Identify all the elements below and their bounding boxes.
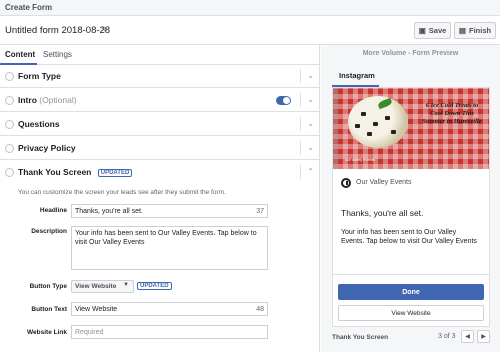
preview-pane: More Volume - Form Preview Instagram 6 I… bbox=[321, 45, 500, 352]
status-circle-icon bbox=[5, 96, 14, 105]
button-text-input[interactable]: View Website 48 bbox=[71, 302, 268, 316]
save-button[interactable]: ▣ Save bbox=[414, 22, 451, 39]
button-type-value: View Website bbox=[75, 283, 117, 290]
chocolate-chip bbox=[355, 124, 360, 128]
hero-headline: 6 Ice Cold Treats to Cool Down This Summ… bbox=[422, 102, 482, 125]
status-circle-icon bbox=[5, 120, 14, 129]
card-divider bbox=[333, 274, 489, 275]
chocolate-chip bbox=[373, 122, 378, 126]
button-type-label: Button Type bbox=[29, 283, 67, 290]
page-name: Our Valley Events bbox=[356, 179, 412, 186]
edit-pencil-icon[interactable]: ✎ bbox=[101, 25, 108, 34]
section-title: Intro bbox=[18, 95, 37, 105]
chocolate-chip bbox=[361, 112, 366, 116]
view-website-button[interactable]: View Website bbox=[338, 305, 484, 321]
chocolate-chip bbox=[385, 116, 390, 120]
hero-caption: our valley events bbox=[345, 157, 376, 162]
preview-body: Your info has been sent to Our Valley Ev… bbox=[341, 229, 477, 245]
hero-image: 6 Ice Cold Treats to Cool Down This Summ… bbox=[333, 88, 489, 169]
save-label: Save bbox=[428, 26, 447, 35]
description-textarea[interactable]: Your info has been sent to Our Valley Ev… bbox=[71, 226, 268, 270]
section-title: Privacy Policy bbox=[18, 143, 76, 153]
section-title: Thank You Screen bbox=[18, 167, 92, 177]
section-questions[interactable]: Questions ⌄ bbox=[0, 113, 320, 136]
chevron-left-icon: ◀ bbox=[465, 334, 470, 340]
button-text-char-count: 48 bbox=[256, 306, 264, 313]
preview-headline: Thanks, you're all set. bbox=[341, 208, 424, 218]
toggle-knob bbox=[283, 97, 290, 104]
description-value: Your info has been sent to Our Valley Ev… bbox=[75, 230, 257, 246]
window-title: Create Form bbox=[5, 3, 53, 12]
chevron-up-icon[interactable]: ⌃ bbox=[300, 165, 314, 179]
section-privacy-policy[interactable]: Privacy Policy ⌄ bbox=[0, 137, 320, 160]
button-text-label: Button Text bbox=[31, 306, 67, 313]
editor-tabs: Content Settings bbox=[0, 45, 320, 65]
form-name[interactable]: Untitled form 2018-08-28 bbox=[5, 25, 110, 36]
preview-title: More Volume - Form Preview bbox=[362, 50, 459, 57]
window-title-bar: Create Form bbox=[0, 0, 500, 16]
chevron-right-icon: ▶ bbox=[481, 334, 486, 340]
status-circle-icon bbox=[5, 144, 14, 153]
section-intro[interactable]: Intro (Optional) ⌄ bbox=[0, 89, 320, 112]
button-text-value: View Website bbox=[75, 306, 118, 313]
button-type-select[interactable]: View Website ▼ bbox=[71, 280, 134, 293]
section-title-wrap: Thank You Screen UPDATED bbox=[18, 167, 133, 177]
thank-you-description: You can customize the screen your leads … bbox=[18, 189, 226, 196]
section-title-wrap: Intro (Optional) bbox=[18, 95, 77, 105]
finish-label: Finish bbox=[469, 26, 492, 35]
save-icon: ▣ bbox=[418, 26, 426, 35]
finish-icon: ▤ bbox=[458, 26, 466, 35]
status-circle-icon bbox=[5, 168, 14, 177]
previous-screen-button[interactable]: ◀ bbox=[461, 330, 474, 343]
chocolate-chip bbox=[367, 132, 372, 136]
updated-badge: UPDATED bbox=[97, 169, 133, 177]
chocolate-chip bbox=[391, 130, 396, 134]
optional-label: (Optional) bbox=[39, 95, 77, 105]
headline-char-count: 37 bbox=[256, 208, 264, 215]
section-form-type[interactable]: Form Type ⌄ bbox=[0, 65, 320, 88]
tab-instagram[interactable]: Instagram bbox=[339, 71, 375, 80]
finish-button[interactable]: ▤ Finish bbox=[454, 22, 496, 39]
caret-down-icon: ▼ bbox=[123, 282, 129, 288]
headline-value: Thanks, you're all set. bbox=[75, 208, 143, 215]
section-title: Form Type bbox=[18, 71, 61, 81]
pager-count: 3 of 3 bbox=[438, 333, 456, 340]
chevron-down-icon[interactable]: ⌄ bbox=[300, 69, 314, 83]
website-link-placeholder: Required bbox=[75, 329, 104, 336]
preview-screen-name: Thank You Screen bbox=[332, 334, 389, 341]
done-button[interactable]: Done bbox=[338, 284, 484, 300]
page-logo-icon bbox=[341, 178, 351, 188]
tab-settings[interactable]: Settings bbox=[43, 50, 72, 59]
section-thank-you[interactable]: Thank You Screen UPDATED ⌃ bbox=[0, 161, 320, 184]
button-type-updated-badge: UPDATED bbox=[137, 282, 172, 290]
hero-shade bbox=[333, 88, 338, 169]
website-link-label: Website Link bbox=[27, 329, 67, 336]
chevron-down-icon[interactable]: ⌄ bbox=[300, 93, 314, 107]
section-title: Questions bbox=[18, 119, 60, 129]
description-label: Description bbox=[31, 228, 67, 235]
website-link-input[interactable]: Required bbox=[71, 325, 268, 339]
tab-content[interactable]: Content bbox=[5, 50, 35, 59]
intro-toggle[interactable] bbox=[276, 96, 291, 105]
status-circle-icon bbox=[5, 72, 14, 81]
chevron-down-icon[interactable]: ⌄ bbox=[300, 141, 314, 155]
chevron-down-icon[interactable]: ⌄ bbox=[300, 117, 314, 131]
preview-card: 6 Ice Cold Treats to Cool Down This Summ… bbox=[332, 87, 490, 327]
headline-label: Headline bbox=[39, 207, 67, 214]
headline-input[interactable]: Thanks, you're all set. 37 bbox=[71, 204, 268, 218]
next-screen-button[interactable]: ▶ bbox=[477, 330, 490, 343]
